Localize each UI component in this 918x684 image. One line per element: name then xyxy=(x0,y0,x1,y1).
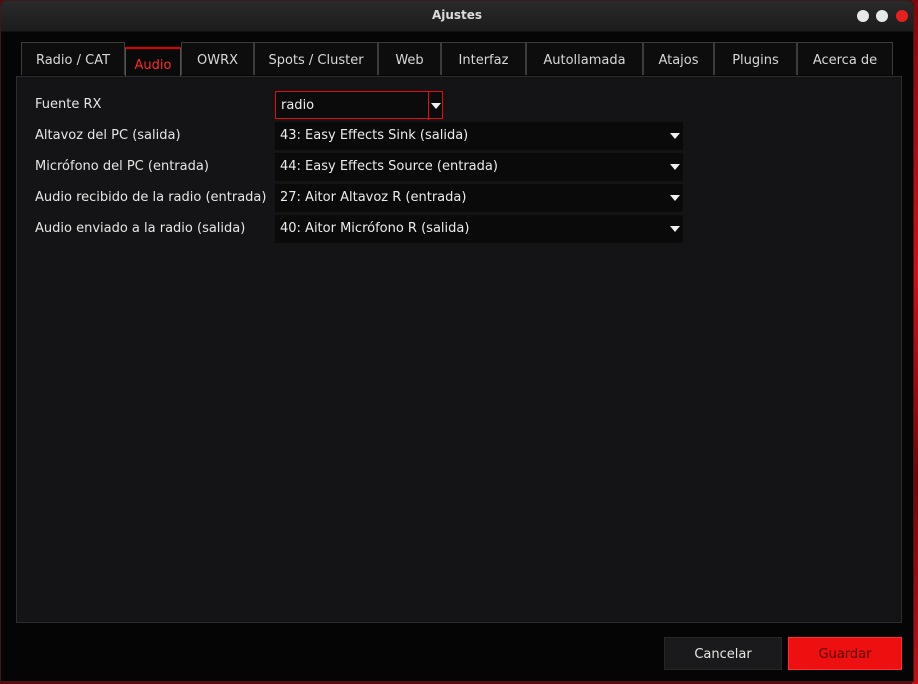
tab-owrx[interactable]: OWRX xyxy=(181,42,254,75)
tab-acerca-de[interactable]: Acerca de xyxy=(797,42,893,75)
fuente-rx-value: radio xyxy=(281,98,315,113)
radio-tx-audio-select[interactable]: 40: Aitor Micrófono R (salida) xyxy=(275,215,683,243)
pc-speaker-value: 43: Easy Effects Sink (salida) xyxy=(280,128,469,143)
tab-autollamada[interactable]: Autollamada xyxy=(526,42,643,75)
tab-plugins[interactable]: Plugins xyxy=(714,42,797,75)
pc-speaker-select[interactable]: 43: Easy Effects Sink (salida) xyxy=(275,122,683,150)
tab-radio-cat[interactable]: Radio / CAT xyxy=(21,42,125,75)
pc-microphone-select[interactable]: 44: Easy Effects Source (entrada) xyxy=(275,153,683,181)
tab-spots-cluster[interactable]: Spots / Cluster xyxy=(254,42,378,75)
chevron-down-icon xyxy=(428,92,442,120)
pc-microphone-value: 44: Easy Effects Source (entrada) xyxy=(280,159,498,174)
minimize-button[interactable] xyxy=(857,10,869,22)
cancel-button[interactable]: Cancelar xyxy=(664,637,782,670)
maximize-button[interactable] xyxy=(876,10,888,22)
window-title: Ajustes xyxy=(431,8,483,22)
tab-interfaz[interactable]: Interfaz xyxy=(441,42,526,75)
pc-speaker-label: Altavoz del PC (salida) xyxy=(35,128,181,143)
radio-rx-audio-label: Audio recibido de la radio (entrada) xyxy=(35,190,267,205)
radio-tx-audio-label: Audio enviado a la radio (salida) xyxy=(35,221,246,236)
fuente-rx-label: Fuente RX xyxy=(35,97,102,112)
pc-microphone-label: Micrófono del PC (entrada) xyxy=(35,159,209,174)
radio-rx-audio-select[interactable]: 27: Aitor Altavoz R (entrada) xyxy=(275,184,683,212)
chevron-down-icon xyxy=(667,122,683,150)
save-button[interactable]: Guardar xyxy=(788,637,902,670)
title-bar[interactable]: Ajustes xyxy=(1,1,913,32)
chevron-down-icon xyxy=(667,184,683,212)
chevron-down-icon xyxy=(667,153,683,181)
settings-window: Ajustes Radio / CAT Audio OWRX Spots / C… xyxy=(0,0,914,682)
chevron-down-icon xyxy=(667,215,683,243)
radio-tx-audio-value: 40: Aitor Micrófono R (salida) xyxy=(280,221,470,236)
fuente-rx-select[interactable]: radio xyxy=(275,91,443,120)
close-button[interactable] xyxy=(896,10,908,22)
tab-atajos[interactable]: Atajos xyxy=(643,42,714,75)
tab-audio[interactable]: Audio xyxy=(125,47,181,77)
tab-web[interactable]: Web xyxy=(378,42,441,75)
radio-rx-audio-value: 27: Aitor Altavoz R (entrada) xyxy=(280,190,467,205)
audio-settings-panel: Fuente RX radio Altavoz del PC (salida) … xyxy=(16,76,902,623)
